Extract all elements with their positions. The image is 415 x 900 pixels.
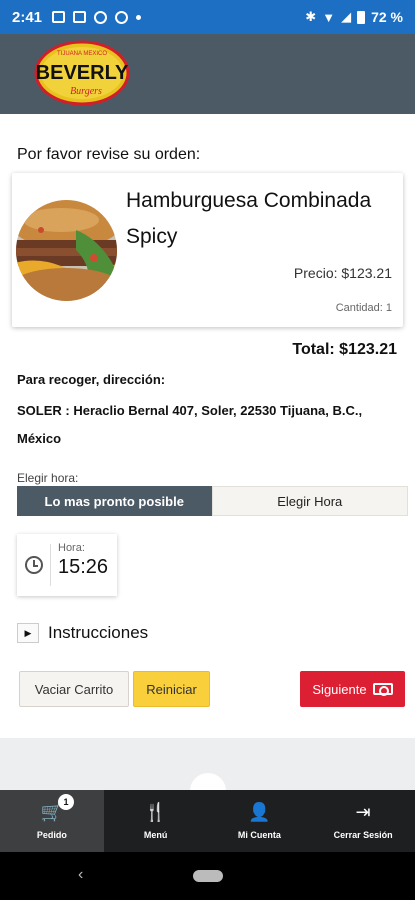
instructions-toggle[interactable]: ▶ Instrucciones [17, 623, 148, 643]
tab-pedido[interactable]: 🛒 1 Pedido [0, 790, 104, 852]
item-quantity: Cantidad: 1 [335, 302, 392, 314]
asap-option[interactable]: Lo mas pronto posible [17, 486, 212, 516]
beverly-burgers-logo[interactable]: TIJUANA MEXICO BEVERLY Burgers [34, 40, 130, 106]
next-button-label: Siguiente [312, 681, 367, 697]
svg-text:Burgers: Burgers [70, 86, 102, 97]
clock-icon [25, 556, 43, 574]
pickup-address: SOLER : Heraclio Bernal 407, Soler, 2253… [17, 403, 363, 446]
messenger-icon [115, 10, 129, 24]
user-icon: 👤 [248, 802, 271, 822]
message-notification-icon [73, 11, 87, 23]
choose-time-label: Elegir hora: [17, 471, 79, 485]
pickup-time-field[interactable]: Hora: 15:26 [17, 534, 117, 596]
review-title: Por favor revise su orden: [17, 146, 201, 163]
order-total: Total: $123.21 [292, 341, 397, 358]
home-pill-icon[interactable] [193, 870, 223, 882]
burger-photo [16, 200, 117, 301]
item-price: Precio: $123.21 [293, 265, 392, 281]
next-button[interactable]: Siguiente [300, 671, 405, 707]
tab-label: Mi Cuenta [237, 830, 281, 840]
bluetooth-icon: ✱ [305, 9, 317, 24]
time-field-divider [50, 544, 51, 586]
time-choice-toggle: Lo mas pronto posible Elegir Hora [17, 486, 408, 516]
system-nav-bar: ‹ [0, 852, 415, 900]
tab-mi-cuenta[interactable]: 👤 Mi Cuenta [208, 790, 312, 852]
cash-icon [372, 683, 393, 696]
status-bar: 2:41 ✱ ▼ ◢ 72 % [0, 0, 415, 34]
empty-cart-button[interactable]: Vaciar Carrito [19, 671, 129, 707]
order-item-card: Hamburguesa Combinada Spicy Precio: $123… [12, 173, 403, 327]
back-chevron-icon[interactable]: ‹ [78, 866, 83, 884]
cart-count-badge: 1 [58, 794, 74, 810]
logout-icon: ⇥ [355, 802, 371, 822]
svg-text:BEVERLY: BEVERLY [36, 62, 129, 84]
utensils-icon: 🍴 [144, 802, 167, 822]
instructions-label: Instrucciones [48, 623, 149, 642]
reset-button[interactable]: Reiniciar [133, 671, 210, 707]
image-notification-icon [52, 11, 66, 23]
system-icons: ✱ ▼ ◢ 72 % [305, 9, 403, 25]
app-header: TIJUANA MEXICO BEVERLY Burgers [0, 34, 415, 114]
tab-label: Pedido [36, 830, 67, 840]
bottom-tab-bar: 🛒 1 Pedido 🍴 Menú 👤 Mi Cuenta ⇥ Cerrar S… [0, 790, 415, 852]
expand-triangle-icon[interactable]: ▶ [17, 623, 39, 643]
battery-level: 72 % [371, 9, 403, 25]
tab-label: Menú [143, 830, 168, 840]
order-review-panel: Por favor revise su orden: Hamburguesa C… [0, 114, 415, 738]
time-caption: Hora: [58, 542, 85, 554]
notification-icons [52, 10, 142, 24]
wifi-icon: ▼ [322, 9, 336, 25]
item-name: Hamburguesa Combinada Spicy [126, 189, 372, 248]
choose-time-option[interactable]: Elegir Hora [211, 486, 408, 516]
signal-icon: ◢ [341, 9, 352, 24]
status-time: 2:41 [12, 8, 43, 26]
tab-label: Cerrar Sesión [333, 830, 393, 840]
battery-icon [357, 10, 366, 24]
svg-text:TIJUANA MEXICO: TIJUANA MEXICO [57, 51, 107, 57]
tab-menu[interactable]: 🍴 Menú [104, 790, 208, 852]
tab-cerrar-sesion[interactable]: ⇥ Cerrar Sesión [311, 790, 415, 852]
whatsapp-icon [94, 10, 108, 24]
more-notifications-dot-icon [136, 14, 142, 20]
time-value: 15:26 [58, 556, 109, 578]
pickup-label: Para recoger, dirección: [17, 372, 166, 387]
